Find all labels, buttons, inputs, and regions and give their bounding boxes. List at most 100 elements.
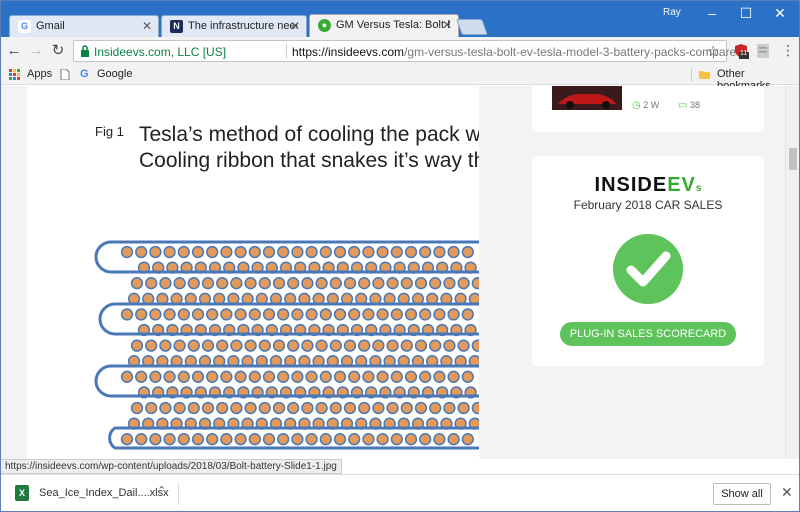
battery-cell	[145, 339, 158, 352]
security-label[interactable]: Insideevs.com, LLC [US]	[94, 45, 226, 59]
new-tab-button[interactable]	[456, 19, 488, 35]
battery-cell	[191, 308, 205, 321]
address-bar[interactable]: Insideevs.com, LLC [US] https://insideev…	[73, 40, 746, 62]
battery-cell	[404, 370, 418, 383]
news-site-icon: N	[170, 20, 183, 33]
battery-cell	[258, 277, 271, 290]
battery-cell	[447, 245, 460, 259]
battery-cell	[291, 245, 304, 259]
battery-figure-image[interactable]: Fig 1 Tesla’s method of cooling the pack…	[27, 86, 479, 459]
tab-label: GM Versus Tesla: Bolt EV	[336, 19, 450, 31]
chevron-up-icon[interactable]: ⌃	[157, 484, 166, 497]
tab-gmail[interactable]: G Gmail ✕	[9, 15, 159, 37]
url-text[interactable]: https://insideevs.com/gm-versus-tesla-bo…	[292, 45, 746, 59]
battery-cell	[348, 245, 361, 259]
logo-inside: INSIDE	[594, 174, 668, 196]
apps-bookmark[interactable]: Apps	[27, 68, 52, 80]
tab-gm-versus-tesla[interactable]: ● GM Versus Tesla: Bolt EV ✕	[309, 14, 459, 38]
battery-cell	[163, 370, 176, 383]
download-item[interactable]: X Sea_Ice_Index_Dail....xlsx ⌃	[11, 483, 179, 505]
car-thumbnail[interactable]	[552, 86, 622, 110]
close-icon[interactable]: ✕	[442, 18, 452, 32]
battery-cell	[433, 245, 446, 259]
google-icon: G	[80, 68, 89, 80]
battery-cell	[120, 245, 134, 259]
close-icon[interactable]: ✕	[781, 484, 793, 501]
vertical-scrollbar[interactable]	[785, 86, 799, 459]
show-all-button[interactable]: Show all	[713, 483, 771, 505]
battery-cell	[376, 433, 389, 446]
battery-cell	[333, 370, 347, 383]
battery-cell	[390, 433, 403, 446]
battery-cell	[130, 277, 144, 290]
reload-icon[interactable]: ↻	[49, 42, 67, 60]
bookmarks-bar: Apps G Google Other bookmarks	[1, 65, 799, 92]
battery-cell	[461, 433, 474, 446]
battery-cell	[149, 370, 162, 383]
insideevs-logo[interactable]: INSIDEEVs	[532, 174, 764, 197]
battery-cell	[277, 433, 290, 446]
battery-cell	[220, 433, 233, 446]
battery-cell	[135, 433, 148, 446]
battery-cell	[305, 245, 318, 259]
forward-arrow-icon[interactable]: →	[27, 42, 45, 60]
extension-icon[interactable]: 11	[733, 43, 749, 59]
battery-cell	[400, 277, 413, 290]
battery-cell	[414, 277, 428, 290]
maximize-icon[interactable]: ☐	[729, 3, 763, 23]
battery-cell	[333, 433, 347, 446]
plug-in-sales-scorecard-button[interactable]: PLUG-IN SALES SCORECARD	[560, 322, 736, 346]
url-host: https://insideevs.com	[292, 45, 405, 59]
battery-cell	[291, 370, 304, 383]
extension-pdf-icon[interactable]	[755, 43, 771, 59]
battery-cell	[319, 370, 332, 383]
battery-cell	[447, 370, 460, 383]
battery-cell	[149, 245, 162, 259]
battery-cell	[433, 308, 446, 321]
battery-cell	[471, 277, 479, 290]
battery-cell	[163, 245, 176, 259]
battery-cell	[419, 433, 432, 446]
download-shelf: X Sea_Ice_Index_Dail....xlsx ⌃ Show all …	[1, 474, 799, 511]
battery-cell	[262, 245, 276, 259]
battery-cell	[234, 433, 247, 446]
battery-cell	[301, 401, 314, 415]
battery-cell	[348, 370, 361, 383]
sales-scorecard-card: INSIDEEVs February 2018 CAR SALES PLUG-I…	[532, 156, 764, 366]
close-icon[interactable]: ✕	[142, 19, 152, 33]
battery-cell	[301, 339, 314, 352]
excel-file-icon: X	[15, 485, 29, 501]
battery-cell	[216, 401, 229, 415]
battery-cell	[163, 433, 176, 446]
menu-icon[interactable]: ⋮	[781, 42, 795, 59]
browser-window: G Gmail ✕ N The infrastructure needed ✕ …	[0, 0, 800, 512]
battery-cell	[404, 433, 418, 446]
profile-name[interactable]: Ray	[663, 7, 681, 18]
battery-cell	[400, 339, 413, 352]
bookmark-star-icon[interactable]: ☆	[707, 42, 720, 60]
related-article-card[interactable]: ◷ 2 W ▭ 38	[532, 86, 764, 132]
comment-count-text: 38	[689, 100, 700, 110]
battery-cell	[343, 339, 357, 352]
google-bookmark[interactable]: Google	[97, 68, 132, 80]
close-icon[interactable]: ✕	[290, 19, 300, 33]
back-arrow-icon[interactable]: ←	[5, 42, 23, 60]
minimize-icon[interactable]: –	[695, 3, 729, 23]
divider	[691, 68, 692, 82]
battery-cell	[248, 245, 261, 259]
battery-cell	[333, 308, 347, 321]
battery-cell	[362, 370, 375, 383]
window-close-icon[interactable]: ✕	[763, 3, 797, 23]
comment-count[interactable]: ▭ 38	[678, 100, 700, 111]
scrollbar-thumb[interactable]	[789, 148, 797, 170]
battery-cell	[135, 308, 148, 321]
battery-cell	[358, 401, 371, 415]
checkmark-icon	[613, 234, 683, 304]
logo-ev: EV	[667, 174, 696, 196]
battery-cell	[376, 370, 389, 383]
battery-cell	[244, 401, 257, 415]
tab-infrastructure[interactable]: N The infrastructure needed ✕	[161, 15, 307, 37]
battery-cell	[159, 401, 172, 415]
battery-cell	[461, 308, 474, 321]
leaf-icon: ●	[318, 19, 331, 32]
